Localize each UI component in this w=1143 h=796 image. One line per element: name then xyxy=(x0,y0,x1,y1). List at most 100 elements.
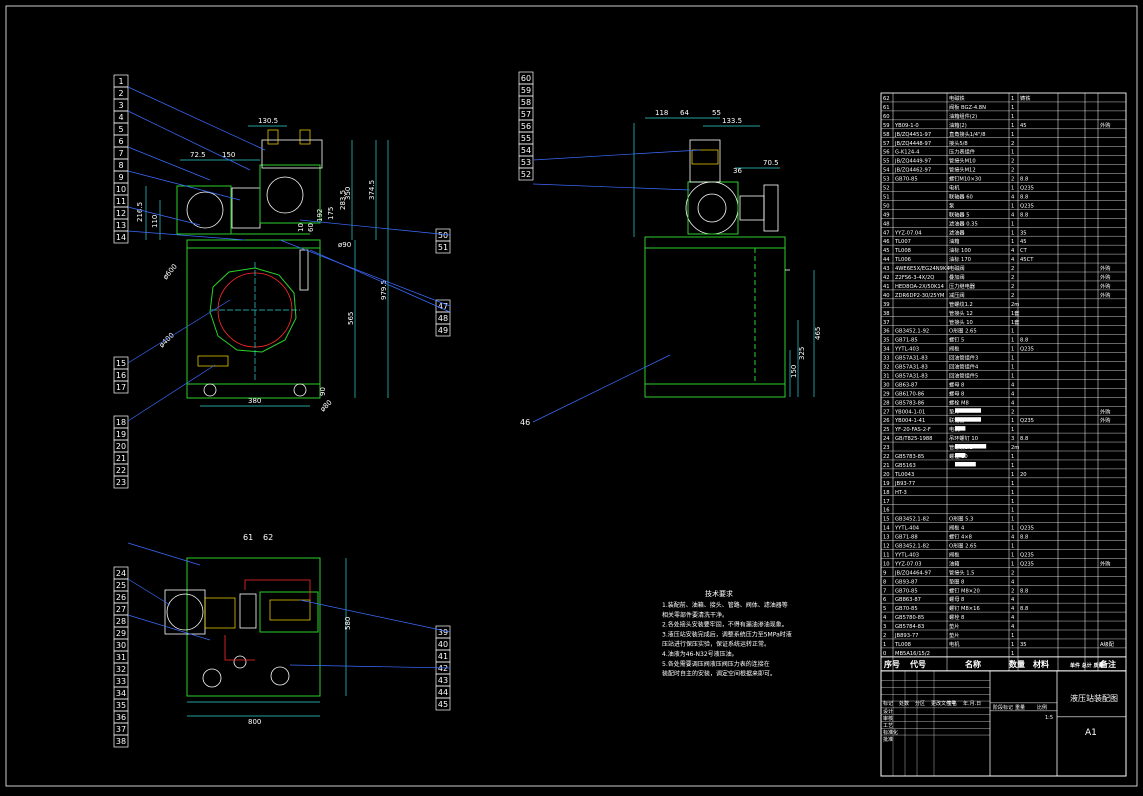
bom-cell: JB/ZQ4464-97 xyxy=(894,570,931,576)
dim-top-2: 800 xyxy=(248,718,261,726)
bom-cell: 51 xyxy=(883,194,890,200)
bom-cell: 外购 xyxy=(1100,121,1110,129)
balloon-top-left: 27 xyxy=(116,605,126,614)
dim-front-7: 374.5 xyxy=(368,180,376,200)
dim-side-5: 36 xyxy=(733,167,742,175)
bom-cell: 41 xyxy=(883,284,890,290)
bom-cell: 3 xyxy=(883,624,886,630)
bom-cell: 61 xyxy=(883,105,890,111)
balloon-top-left: 28 xyxy=(116,617,126,626)
leader-lines xyxy=(127,86,701,669)
balloon-front-left3: 21 xyxy=(116,454,126,463)
bom-cell: 15 xyxy=(883,517,890,523)
bom-cell: 45 xyxy=(1020,239,1027,245)
dim-side-9: 150 xyxy=(790,365,798,378)
bom-cell: JB/ZQ4462-97 xyxy=(894,168,931,174)
bom-cell: 管螺纹1.2 xyxy=(949,300,973,308)
dim-front-15: 380 xyxy=(248,397,261,405)
rev-label: 分区 xyxy=(915,700,925,707)
bom-cell: JB93-77 xyxy=(894,481,915,487)
bom-cell: 油箱组件(2) xyxy=(949,112,977,120)
bom-cell: 1 xyxy=(1011,203,1014,209)
dim-front-14: 565 xyxy=(347,312,355,325)
leader-line xyxy=(127,578,171,606)
dim-front-11: 60 xyxy=(307,223,315,232)
bom-cell: 8.8 xyxy=(1020,194,1028,200)
bom-cell: 2 xyxy=(1011,266,1014,272)
bom-cell: 油标 100 xyxy=(949,246,971,254)
balloon-top-left: 31 xyxy=(116,653,126,662)
bom-cell: 60 xyxy=(883,114,890,120)
bom-cell: 1 xyxy=(1011,230,1014,236)
bom-cell: Q235 xyxy=(1020,561,1034,567)
bom-cell: 直角接头1/4"/8 xyxy=(949,130,986,138)
drawing-name: 液压站装配图 xyxy=(1070,693,1118,703)
rev-label: 签名 xyxy=(947,700,957,707)
bom-cell: 11 xyxy=(883,552,890,558)
dim-front-1: 130.5 xyxy=(258,117,278,125)
bom-cell: 47 xyxy=(883,230,890,236)
bom-cell: 52 xyxy=(883,186,890,192)
bom-cell: 42 xyxy=(883,275,890,281)
bom-header-cell: 名称 xyxy=(965,659,981,669)
bom-cell: 1套 xyxy=(1011,309,1020,317)
balloon-top-left: 36 xyxy=(116,713,126,722)
balloon-front-left3: 18 xyxy=(116,418,126,427)
balloon-top-left: 25 xyxy=(116,581,126,590)
bom-cell: 4 xyxy=(1011,597,1015,603)
bom-cell: 垫片 xyxy=(949,631,959,639)
bom-cell: 32 xyxy=(883,365,890,371)
bom-cell: 螺母 8 xyxy=(949,380,964,388)
bom-cell: HED8OA-2X/50K14 xyxy=(895,284,945,290)
bom-cell: MB5A16/15/2 xyxy=(895,651,930,657)
dim-front-8: 283.5 xyxy=(339,190,347,210)
bom-cell: 1 xyxy=(1011,561,1014,567)
bom-cell: 4 xyxy=(1011,535,1015,541)
leader-line xyxy=(127,364,216,422)
bom-cell: 1 xyxy=(1011,427,1014,433)
bom-cell: JB/ZQ4451-97 xyxy=(894,132,931,138)
bom-cell: O形圈 2.65 xyxy=(949,327,977,335)
bom-cell: GB70-85 xyxy=(895,606,918,612)
bom-cell: 4 xyxy=(1011,624,1015,630)
bom-cell: GB57A31-83 xyxy=(895,373,928,379)
bom-cell: 1 xyxy=(1011,544,1014,550)
bom-cell: YYTL-403 xyxy=(894,347,919,353)
dim-front-5: 110 xyxy=(151,215,159,228)
bom-cell: GB70-85 xyxy=(895,588,918,594)
balloon-top-left: 37 xyxy=(116,725,126,734)
bom-cell: 管接头 10 xyxy=(949,318,973,326)
bom-cell: 1 xyxy=(1011,418,1014,424)
balloon-top-left: 32 xyxy=(116,665,126,674)
bom-cell: 吊环螺钉 10 xyxy=(949,434,978,442)
balloon-top-left: 35 xyxy=(116,701,126,710)
bom-cell: 外购 xyxy=(1100,416,1110,424)
bom-cell: YYZ-07.04 xyxy=(894,230,922,236)
notes-line: 4.油液为46-N32号液压油。 xyxy=(662,650,738,658)
bom-cell: 57 xyxy=(883,141,890,147)
bom-cell: GB70-85 xyxy=(895,177,918,183)
title-block: 液压站装配图A1标记 处数 分区 更改文件号签名 年.月.日设计审核工艺标准化批准阶段标… xyxy=(880,670,1127,777)
dim-front-19: ø90 xyxy=(338,241,351,249)
bom-cell: 1 xyxy=(1011,150,1014,156)
dim-front-9: 192 xyxy=(316,209,324,222)
balloon-front-left2: 15 xyxy=(116,359,126,368)
bom-cell: 45CT xyxy=(1020,257,1034,263)
dim-side-1: 118 xyxy=(655,109,668,117)
bom-cell: 33 xyxy=(883,356,890,362)
balloon-front-left3: 19 xyxy=(116,430,126,439)
balloon-front-left: 1 xyxy=(118,77,123,86)
leader-line xyxy=(127,299,231,364)
bom-cell: 5 xyxy=(883,606,886,612)
bom-cell: 4 xyxy=(1011,400,1015,406)
leader-line xyxy=(289,664,451,669)
dim-side-3: 55 xyxy=(712,109,721,117)
balloon-top-left: 33 xyxy=(116,677,126,686)
side-view xyxy=(633,117,815,398)
bom-cell: GB863-87 xyxy=(895,597,921,603)
bom-cell: 59 xyxy=(883,123,890,129)
bom-cell: 压力表组件 xyxy=(949,148,975,156)
bom-cell: 油箱(2) xyxy=(949,121,967,129)
bom-cell: 2 xyxy=(1011,409,1014,415)
balloon-front-left: 8 xyxy=(118,161,123,170)
